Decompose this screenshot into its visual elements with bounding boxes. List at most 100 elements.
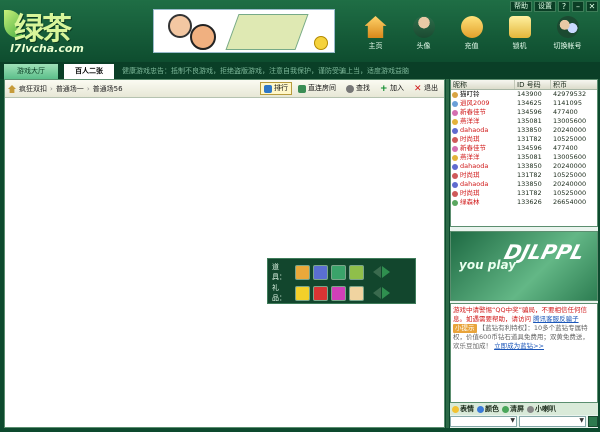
join-button[interactable]: + 加入 — [376, 82, 408, 95]
cartoon-kid — [168, 14, 192, 38]
player-name-cell: dahaoda — [451, 180, 515, 189]
chat-input-row — [450, 416, 598, 428]
tab-current-game[interactable]: 百人二张 — [64, 64, 114, 79]
breadcrumb-item[interactable]: 普通场一 — [56, 84, 84, 94]
breadcrumb-item[interactable]: 普通场56 — [93, 84, 123, 94]
minimize-button[interactable]: – — [572, 1, 584, 12]
settings-button[interactable]: 设置 — [534, 1, 556, 12]
player-name: 时尚琪 — [460, 189, 480, 197]
player-row[interactable]: 燕洋洋 135081 13005600 — [451, 153, 597, 162]
arrow-left-icon[interactable] — [373, 287, 381, 299]
close-icon: ✕ — [414, 83, 422, 94]
player-list-header: 昵称 ID 号码 积币 — [451, 80, 597, 90]
prop-slot[interactable] — [349, 264, 364, 280]
player-name-cell: 燕洋洋 — [451, 117, 515, 126]
panel-splitter[interactable] — [446, 79, 449, 428]
find-button[interactable]: 查找 — [342, 82, 374, 95]
player-name-cell: 猫叮铃 — [451, 90, 515, 99]
player-id: 133626 — [517, 198, 542, 206]
color-button[interactable]: 颜色 — [477, 404, 499, 414]
promo-ad[interactable]: DJLPPL you play — [450, 231, 598, 301]
player-id: 134625 — [517, 99, 542, 107]
arrow-right-icon[interactable] — [382, 287, 390, 299]
emoji-label: 表情 — [460, 405, 474, 413]
player-row[interactable]: dahaoda 133850 20240000 — [451, 180, 597, 189]
nav-recharge[interactable]: 充值 — [449, 16, 494, 51]
player-id: 134596 — [517, 144, 542, 152]
arrow-right-icon[interactable] — [382, 266, 390, 278]
player-row[interactable]: dahaoda 133850 20240000 — [451, 162, 597, 171]
prop-slot[interactable] — [331, 264, 346, 280]
question-icon[interactable]: ? — [558, 1, 570, 12]
player-id: 131T82 — [517, 171, 542, 179]
player-coins: 10525000 — [553, 171, 587, 179]
ad-slogan: you play — [459, 258, 517, 272]
avatar-icon — [412, 16, 435, 38]
player-avatar-icon — [452, 109, 458, 116]
col-id[interactable]: ID 号码 — [515, 80, 551, 89]
tab-lobby[interactable]: 游戏大厅 — [4, 64, 58, 79]
gift-slot[interactable] — [295, 285, 310, 301]
prop-slot[interactable] — [295, 264, 310, 280]
player-row[interactable]: 燕洋洋 135081 13005600 — [451, 117, 597, 126]
player-avatar-icon — [452, 100, 458, 107]
clear-button[interactable]: 清屏 — [502, 404, 524, 414]
nav-label: 头像 — [416, 42, 431, 50]
rank-icon — [264, 84, 272, 93]
player-coins: 42979532 — [553, 90, 587, 98]
room-toolbar: 疯狂双扣 › 普通场一 › 普通场56 排行 直连房间 查找 + 加入 ✕ 退出 — [5, 80, 444, 98]
player-row[interactable]: 绿森林 133626 26654000 — [451, 198, 597, 207]
chat-target-select[interactable] — [450, 416, 517, 427]
player-name: 燕洋洋 — [460, 153, 480, 161]
player-row[interactable]: dahaoda 133850 20240000 — [451, 126, 597, 135]
chat-link[interactable]: 立即成为蓝钻>> — [494, 342, 544, 350]
emoji-button[interactable]: 表情 — [452, 404, 474, 414]
nav-home[interactable]: 主页 — [353, 16, 398, 51]
player-name: dahaoda — [460, 180, 489, 188]
col-nickname[interactable]: 昵称 — [451, 80, 515, 89]
ad-banner[interactable] — [153, 9, 335, 53]
player-name: 绿森林 — [460, 198, 480, 206]
gift-slot[interactable] — [313, 285, 328, 301]
nav-avatar[interactable]: 头像 — [401, 16, 446, 51]
breadcrumb-item[interactable]: 疯狂双扣 — [19, 84, 47, 94]
app-logo: 绿茶 l7lvcha.com — [4, 4, 104, 58]
player-row[interactable]: 新春佳节 134596 477400 — [451, 144, 597, 153]
player-row[interactable]: 新春佳节 134596 477400 — [451, 108, 597, 117]
nav-lock[interactable]: 锁机 — [497, 16, 542, 51]
player-list: 昵称 ID 号码 积币 猫叮铃 143900 42979532 逍风2009 13462… — [450, 79, 598, 227]
player-row[interactable]: 逍风2009 134625 1141095 — [451, 99, 597, 108]
logo-url: l7lvcha.com — [10, 42, 84, 55]
player-coins: 20240000 — [553, 162, 587, 170]
chat-message-input[interactable] — [519, 416, 586, 427]
gifts-pager — [373, 287, 390, 299]
rank-button[interactable]: 排行 — [260, 82, 292, 95]
player-row[interactable]: 时尚琪 131T82 10525000 — [451, 189, 597, 198]
close-button[interactable]: ✕ — [586, 1, 598, 12]
player-rows: 猫叮铃 143900 42979532 逍风2009 134625 1141095 新春佳节… — [451, 90, 597, 207]
gift-slot[interactable] — [331, 285, 346, 301]
exit-button[interactable]: ✕ 退出 — [410, 82, 442, 95]
nav-switch-account[interactable]: 切换帐号 — [545, 16, 590, 51]
app-header: 绿茶 l7lvcha.com 帮助 设置 ? – ✕ 主页 头像 充值 锁机 切… — [0, 0, 600, 62]
col-coins[interactable]: 积币 — [551, 80, 597, 89]
chat-link[interactable]: 腾讯客服反骗子 — [533, 315, 579, 323]
gifts-label: 礼品： — [272, 284, 286, 302]
player-row[interactable]: 时尚琪 131T82 10525000 — [451, 171, 597, 180]
props-label: 道具： — [272, 263, 286, 281]
prop-slot[interactable] — [313, 264, 328, 280]
palette-icon — [477, 405, 484, 413]
help-button[interactable]: 帮助 — [510, 1, 532, 12]
gift-slot[interactable] — [349, 285, 364, 301]
breadcrumb: 疯狂双扣 › 普通场一 › 普通场56 — [8, 84, 123, 94]
speaker-button[interactable]: 小喇叭 — [527, 404, 556, 414]
player-row[interactable]: 时尚琪 131T82 10525000 — [451, 135, 597, 144]
send-button[interactable] — [588, 416, 598, 427]
direct-join-button[interactable]: 直连房间 — [294, 82, 340, 95]
board-image — [225, 14, 309, 50]
chat-tip-suffix: 欢乐豆加成！ — [453, 342, 492, 350]
player-id: 143900 — [517, 90, 542, 98]
arrow-left-icon[interactable] — [373, 266, 381, 278]
player-avatar-icon — [452, 127, 458, 134]
player-row[interactable]: 猫叮铃 143900 42979532 — [451, 90, 597, 99]
